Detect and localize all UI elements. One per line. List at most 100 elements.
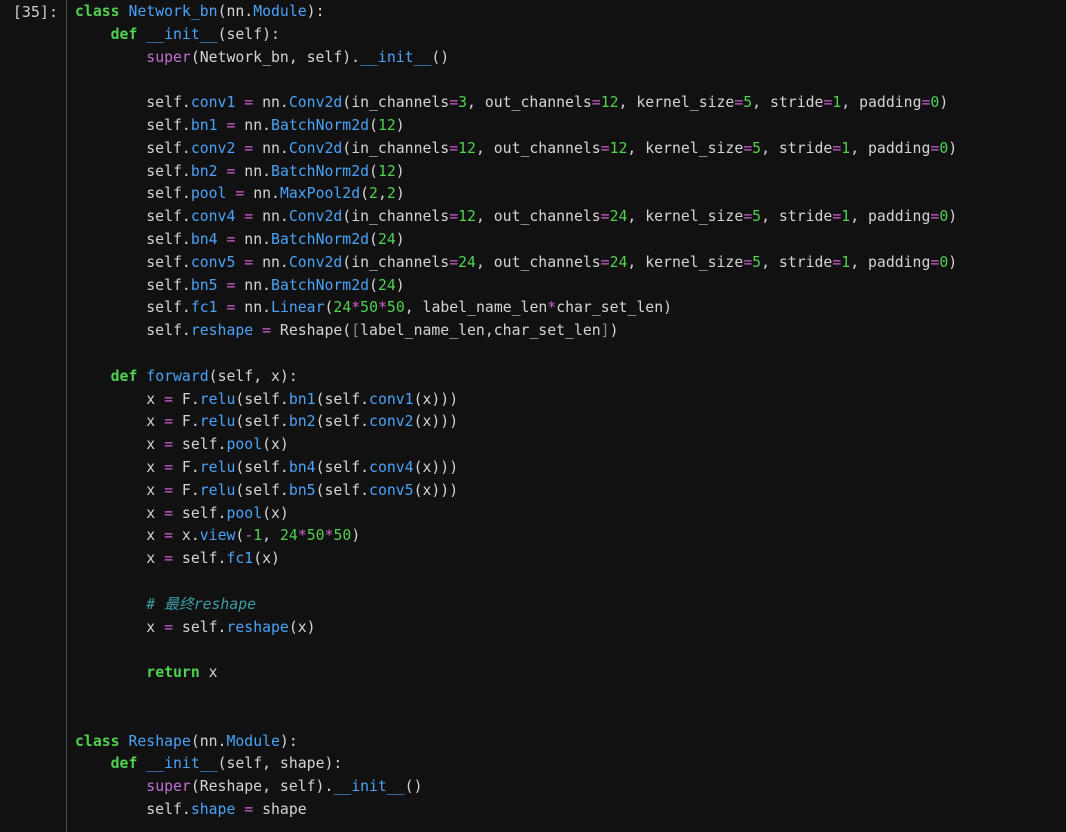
code-token-num: 24 — [279, 527, 298, 545]
code-token-num: 24 — [609, 253, 628, 271]
code-token-id: (in_channels — [342, 139, 450, 157]
code-token-id: nn. — [235, 116, 272, 134]
code-token-id: x — [199, 664, 218, 682]
code-token-fn: Conv2d — [288, 94, 343, 112]
code-token-id: , out_channels — [475, 208, 601, 226]
code-token-id: ) — [395, 230, 405, 248]
code-token-id: F. — [173, 458, 200, 476]
code-token-op: = — [930, 253, 940, 271]
code-token-fn: view — [199, 527, 236, 545]
code-token-id: (x))) — [413, 390, 459, 408]
code-line: # 最终reshape — [75, 594, 957, 617]
code-line: x = self.pool(x) — [75, 503, 957, 526]
code-token-id — [75, 26, 111, 43]
code-token-id: nn. — [235, 230, 272, 248]
code-token-op: - — [244, 527, 254, 545]
code-token-fn: Module — [226, 732, 280, 750]
code-token-num: 2 — [386, 185, 396, 203]
code-token-num: 0 — [939, 139, 949, 157]
code-token-id: nn. — [253, 94, 289, 112]
code-token-op: = — [832, 139, 842, 157]
code-line: x = self.pool(x) — [75, 434, 957, 457]
code-token-num: 5 — [743, 94, 753, 112]
code-token-op: = — [832, 253, 842, 271]
code-token-id: nn. — [235, 276, 272, 294]
code-token-fn: relu — [199, 481, 236, 499]
code-token-id: self. — [75, 162, 191, 180]
code-token-num: 12 — [377, 116, 396, 134]
code-token-op: = — [449, 139, 459, 157]
code-token-num: 1 — [253, 527, 263, 545]
code-token-id: x — [75, 413, 165, 431]
code-token-fn: BatchNorm2d — [271, 162, 370, 180]
code-line: self.bn4 = nn.BatchNorm2d(24) — [75, 229, 957, 252]
code-token-id — [235, 140, 244, 157]
code-token-id: ( — [369, 276, 378, 294]
code-token-op: = — [600, 208, 610, 226]
code-token-fn: conv2 — [190, 139, 236, 157]
code-token-fn: conv4 — [369, 458, 414, 476]
code-token-id — [75, 596, 146, 613]
code-token-num: 24 — [609, 208, 628, 226]
code-token-fn: conv1 — [369, 390, 414, 408]
code-token-op: = — [244, 208, 254, 226]
code-token-fn: shape — [190, 800, 236, 818]
code-token-id: , stride — [761, 253, 833, 271]
code-token-id — [75, 755, 111, 772]
code-token-fn: bn4 — [288, 458, 316, 476]
code-token-num: 24 — [333, 299, 352, 317]
code-token-id: ) — [351, 527, 361, 545]
code-token-id: ( — [369, 230, 378, 248]
code-token-id: (self. — [235, 458, 289, 476]
code-token-id: ) — [948, 208, 958, 226]
code-token-id: (x) — [262, 504, 289, 522]
code-token-id: self. — [75, 139, 191, 157]
code-line: self.pool = nn.MaxPool2d(2,2) — [75, 183, 957, 206]
code-token-fn: conv1 — [190, 94, 236, 112]
code-token-id: ( — [369, 162, 378, 180]
code-token-op: = — [743, 208, 753, 226]
code-token-fn: pool — [190, 185, 227, 203]
code-token-kw: return — [146, 664, 200, 682]
code-token-id: x — [75, 390, 165, 408]
code-token-fn: conv4 — [190, 208, 236, 226]
code-token-id: self. — [75, 185, 191, 203]
code-token-fn: bn4 — [190, 230, 218, 248]
code-token-id: ) — [395, 162, 405, 180]
code-token-id: , — [262, 527, 280, 545]
code-token-op: = — [743, 253, 753, 271]
code-token-id: ) — [395, 185, 405, 203]
code-token-op: = — [164, 390, 174, 408]
code-token-id: ): — [306, 3, 325, 20]
code-token-fn: BatchNorm2d — [271, 116, 370, 134]
code-token-id: () — [404, 778, 423, 796]
code-token-id: ) — [609, 322, 619, 340]
code-token-id: char_set_len) — [556, 299, 673, 317]
code-token-id — [75, 778, 146, 795]
code-token-id: self. — [173, 550, 227, 568]
code-token-id: ( — [369, 116, 378, 134]
code-token-id: (self. — [315, 413, 370, 431]
code-token-id: self. — [173, 436, 227, 454]
code-token-id — [75, 49, 146, 66]
code-line: x = F.relu(self.bn4(self.conv4(x))) — [75, 457, 957, 480]
code-token-fn: bn1 — [288, 390, 316, 408]
code-token-op: = — [244, 253, 254, 271]
code-token-num: 5 — [752, 208, 762, 226]
code-token-op: = — [164, 436, 174, 454]
code-token-id: x — [75, 458, 165, 476]
code-token-id: ) — [948, 253, 958, 271]
code-editor[interactable]: class Network_bn(nn.Module): def __init_… — [75, 0, 957, 822]
code-token-id: , padding — [841, 94, 922, 112]
code-token-fn: bn5 — [190, 276, 218, 294]
code-token-id: (self. — [235, 390, 289, 408]
code-token-id: ) — [395, 116, 405, 134]
code-line: self.conv4 = nn.Conv2d(in_channels=12, o… — [75, 206, 957, 229]
code-token-id: (x) — [288, 618, 316, 636]
code-token-id: (self): — [217, 25, 280, 43]
code-token-id: , out_channels — [475, 139, 601, 157]
code-token-id: self. — [75, 116, 191, 134]
code-token-id: x — [75, 436, 165, 454]
code-token-id: (self. — [315, 458, 370, 476]
